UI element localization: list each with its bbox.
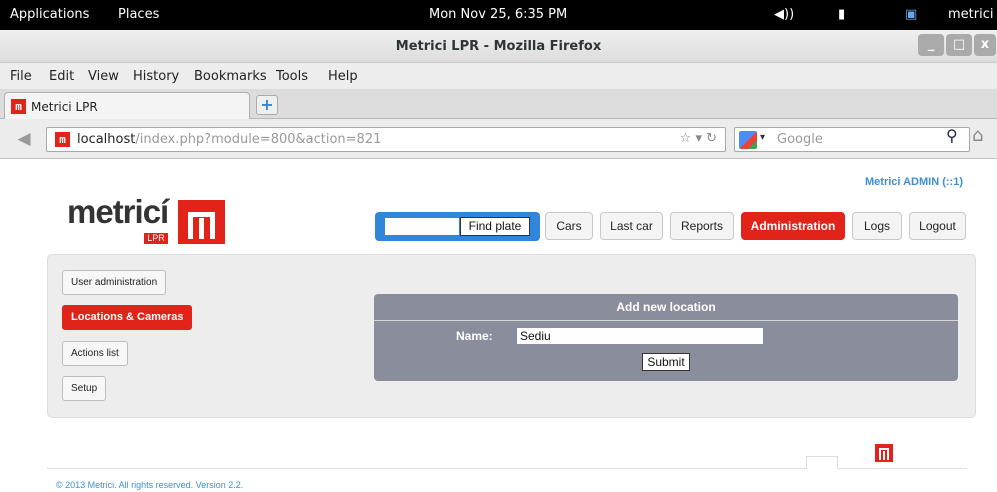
volume-icon[interactable]: ◀)) [774,7,794,22]
menu-view[interactable]: View [88,69,119,84]
chevron-down-icon[interactable]: ▾ [760,132,765,143]
name-input[interactable]: Sediu [517,328,763,344]
new-tab-button[interactable]: + [256,95,278,115]
url-text[interactable]: localhost/index.php?module=800&action=82… [77,132,381,147]
form-title: Add new location [374,294,958,321]
footer-logo-icon [875,444,893,462]
search-placeholder: Google [777,132,823,147]
window-title-bar: Metrici LPR - Mozilla Firefox _ □ x [0,30,997,63]
close-button[interactable]: x [974,34,996,56]
plate-search-input[interactable] [385,218,459,235]
footer-tab [806,456,838,469]
clock[interactable]: Mon Nov 25, 6:35 PM [429,7,567,22]
logo-sub: LPR [144,233,168,244]
sidebar-item-setup[interactable]: Setup [62,376,107,401]
tab-label: Metrici LPR [31,100,98,114]
submit-button[interactable]: Submit [642,353,690,371]
menu-edit[interactable]: Edit [49,69,74,84]
search-icon[interactable]: ⚲ [946,126,958,145]
search-engine-icon[interactable] [739,131,757,149]
nav-logs[interactable]: Logs [852,212,902,240]
window-title: Metrici LPR - Mozilla Firefox [395,39,602,54]
menu-bookmarks[interactable]: Bookmarks [194,69,267,84]
sidebar-item-locations-cameras[interactable]: Locations & Cameras [62,305,193,330]
places-menu[interactable]: Places [118,7,159,22]
system-top-bar: Applications Places Mon Nov 25, 6:35 PM … [0,0,997,30]
url-bar[interactable]: m localhost/index.php?module=800&action=… [46,127,726,152]
menu-help[interactable]: Help [328,69,358,84]
logo-text: metricí [67,193,169,230]
sidebar-item-user-administration[interactable]: User administration [62,270,167,295]
admin-panel: User administration Locations & Cameras … [47,254,976,418]
find-plate-button[interactable]: Find plate [460,217,530,236]
bookmark-star-reload-icon[interactable]: ☆ ▾ ↻ [680,131,717,146]
minimize-button[interactable]: _ [918,34,944,56]
add-location-form: Add new location Name: Sediu Submit [374,294,958,381]
applications-menu[interactable]: Applications [10,7,89,22]
nav-reports[interactable]: Reports [670,212,734,240]
menu-bar: File Edit View History Bookmarks Tools H… [0,63,997,89]
battery-icon[interactable]: ▮ [838,7,845,22]
search-box[interactable]: ▾ Google [734,127,970,152]
url-host: localhost [77,132,136,147]
url-path: /index.php?module=800&action=821 [135,132,382,147]
back-arrow-icon[interactable]: ◀ [10,127,38,151]
nav-cars[interactable]: Cars [545,212,593,240]
metrici-logo[interactable]: metricí LPR [67,193,231,244]
network-icon[interactable]: ▣ [905,7,917,22]
tab-bar: m Metrici LPR + [0,89,997,120]
favicon-icon: m [11,99,26,114]
maximize-button[interactable]: □ [946,34,972,56]
nav-last-car[interactable]: Last car [600,212,663,240]
nav-administration[interactable]: Administration [741,212,845,240]
copyright-text: © 2013 Metrici. All rights reserved. Ver… [56,480,244,490]
nav-logout[interactable]: Logout [909,212,966,240]
page-content: metricí LPR Metrici ADMIN (::1) Find pla… [0,160,997,492]
site-favicon-icon: m [55,132,70,147]
navigation-bar: ◀ m localhost/index.php?module=800&actio… [0,119,997,159]
home-icon[interactable]: ⌂ [972,125,983,146]
menu-history[interactable]: History [133,69,179,84]
menu-file[interactable]: File [10,69,32,84]
name-label: Name: [456,329,493,343]
menu-tools[interactable]: Tools [276,69,308,84]
user-label[interactable]: Metrici ADMIN (::1) [865,176,963,188]
user-menu[interactable]: metrici [948,7,993,22]
tab-metrici-lpr[interactable]: m Metrici LPR [4,92,250,120]
find-plate-box: Find plate [375,212,540,241]
sidebar-item-actions-list[interactable]: Actions list [62,341,128,366]
logo-mark-icon [178,200,225,244]
